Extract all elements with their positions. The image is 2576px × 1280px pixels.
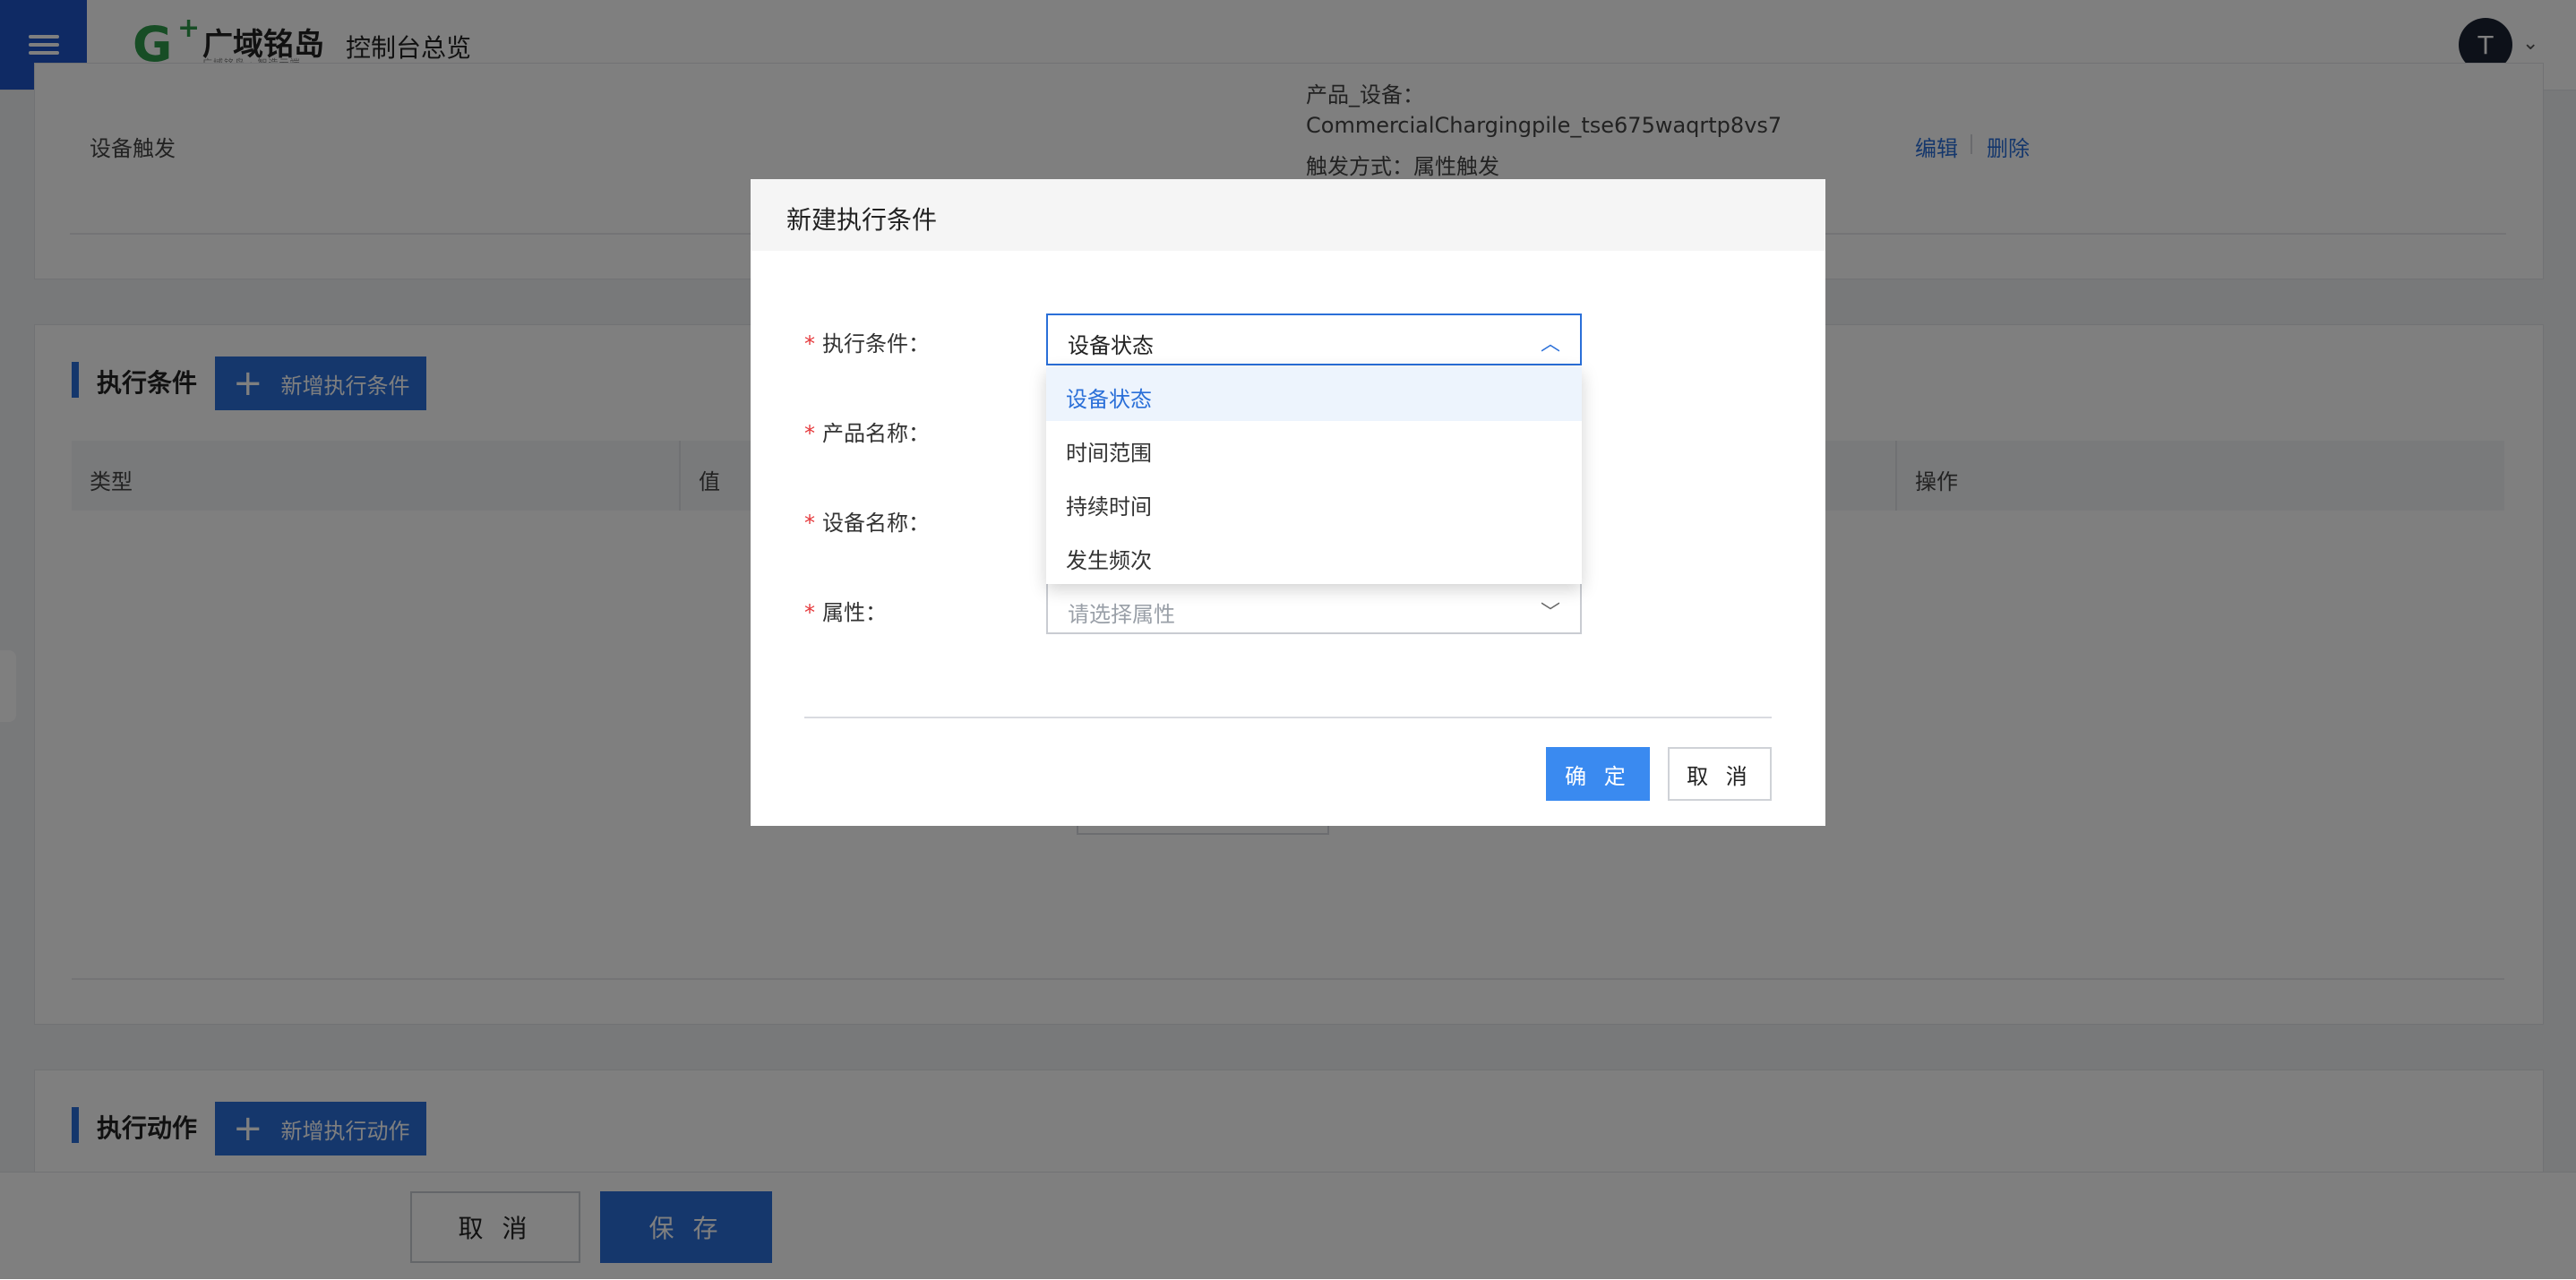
device-label-text: 设备名称： — [822, 511, 930, 536]
device-label: * 设备名称： — [804, 505, 930, 537]
dropdown-option-device-status[interactable]: 设备状态 — [1046, 367, 1582, 421]
confirm-button[interactable]: 确 定 — [1546, 747, 1650, 801]
modal-title: 新建执行条件 — [786, 205, 938, 235]
condition-select-value: 设备状态 — [1068, 333, 1154, 358]
required-mark: * — [804, 511, 815, 536]
product-label: * 产品名称： — [804, 416, 930, 447]
property-select[interactable]: 请选择属性 ﹀ — [1046, 582, 1582, 634]
dropdown-option-duration[interactable]: 持续时间 — [1046, 475, 1582, 528]
dropdown-option-frequency[interactable]: 发生频次 — [1046, 528, 1582, 582]
condition-label-text: 执行条件： — [822, 331, 930, 357]
required-mark: * — [804, 331, 815, 357]
modal-divider — [804, 717, 1772, 718]
new-condition-modal: 新建执行条件 * 执行条件： 设备状态 ︿ * 产品名称： * 设备名称： * 属性： … — [751, 179, 1825, 826]
condition-select[interactable]: 设备状态 ︿ — [1046, 314, 1582, 365]
required-mark: * — [804, 421, 815, 446]
property-placeholder: 请选择属性 — [1068, 602, 1175, 627]
condition-label: * 执行条件： — [804, 326, 930, 357]
chevron-up-icon: ︿ — [1540, 333, 1560, 356]
required-mark: * — [804, 600, 815, 625]
dropdown-option-time-range[interactable]: 时间范围 — [1046, 421, 1582, 475]
condition-dropdown: 设备状态 时间范围 持续时间 发生频次 — [1046, 367, 1582, 584]
chevron-down-icon: ﹀ — [1540, 602, 1560, 624]
modal-cancel-button[interactable]: 取 消 — [1668, 747, 1772, 801]
property-label: * 属性： — [804, 595, 887, 626]
product-label-text: 产品名称： — [822, 421, 930, 446]
property-label-text: 属性： — [822, 600, 887, 625]
